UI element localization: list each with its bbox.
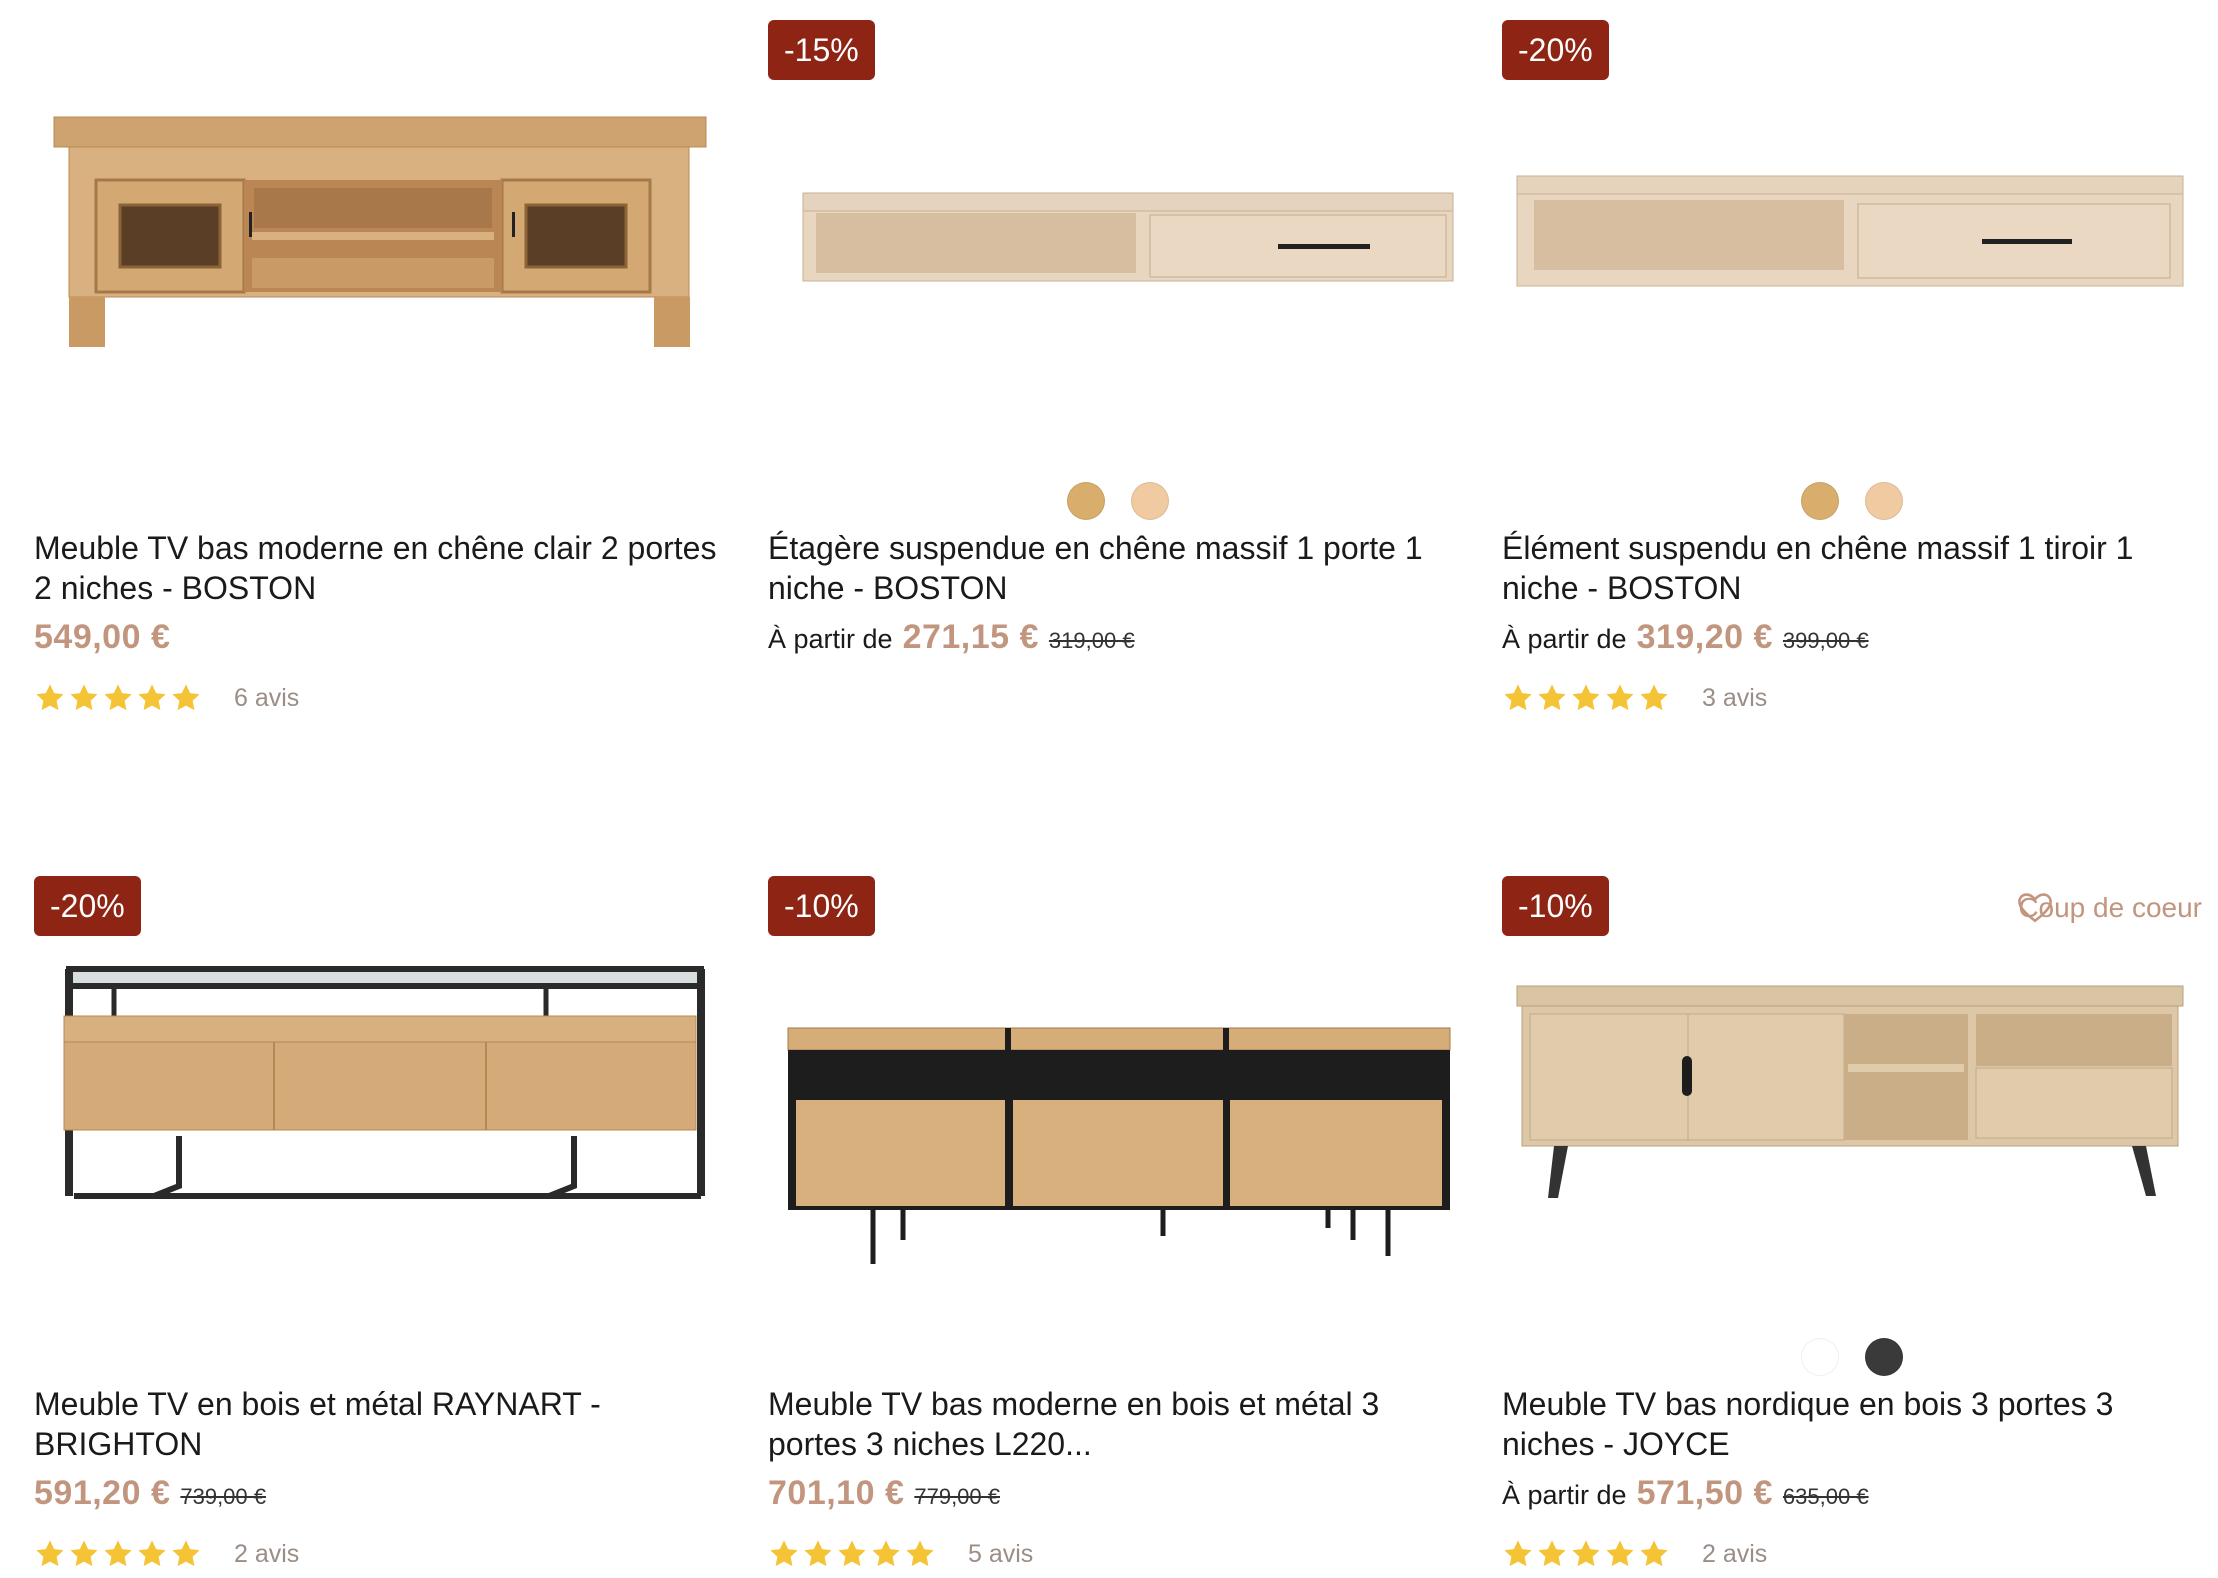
floating-shelf-image[interactable]: -15% bbox=[768, 0, 1468, 470]
original-price: 399,00 € bbox=[1782, 628, 1869, 653]
review-count[interactable]: 2 avis bbox=[234, 1540, 299, 1569]
original-price: 635,00 € bbox=[1782, 1484, 1869, 1509]
star-icon bbox=[1640, 684, 1668, 711]
rating[interactable]: 2 avis bbox=[1502, 1538, 1767, 1570]
star-icon bbox=[1640, 1540, 1668, 1567]
color-swatches bbox=[1502, 1338, 2202, 1376]
rating[interactable]: 3 avis bbox=[1502, 682, 1767, 714]
original-price: 779,00 € bbox=[914, 1484, 1000, 1509]
star-icon bbox=[838, 1540, 866, 1567]
star-icon bbox=[804, 1540, 832, 1567]
star-icon bbox=[172, 1540, 200, 1567]
product-title[interactable]: Étagère suspendue en chêne massif 1 port… bbox=[768, 528, 1468, 608]
star-rating bbox=[768, 1538, 936, 1570]
price-line: 591,20 € 739,00 € bbox=[34, 1474, 266, 1513]
review-count[interactable]: 2 avis bbox=[1702, 1540, 1767, 1569]
star-icon bbox=[172, 684, 200, 711]
star-icon bbox=[1538, 684, 1566, 711]
oak-tv-cabinet-image[interactable] bbox=[34, 0, 734, 470]
color-swatch[interactable] bbox=[1131, 482, 1169, 520]
heart-icon bbox=[2018, 893, 2053, 923]
color-swatch[interactable] bbox=[1865, 1338, 1903, 1376]
price-line: À partir de 271,15 € 319,00 € bbox=[768, 618, 1135, 657]
rating[interactable]: 6 avis bbox=[34, 682, 299, 714]
product-card[interactable]: -10% Coup de coeur Meuble TV bas nordiqu… bbox=[1502, 856, 2202, 1576]
glass-metal-tv-stand-image[interactable]: -20% bbox=[34, 856, 734, 1326]
product-title[interactable]: Meuble TV en bois et métal RAYNART - BRI… bbox=[34, 1384, 734, 1464]
wood-metal-sideboard-image[interactable]: -10% bbox=[768, 856, 1468, 1326]
star-icon bbox=[1606, 1540, 1634, 1567]
review-count[interactable]: 5 avis bbox=[968, 1540, 1033, 1569]
color-swatches bbox=[768, 482, 1468, 520]
product-card[interactable]: -10% Meuble TV bas moderne en bois et mé… bbox=[768, 856, 1468, 1576]
price-line: 549,00 € bbox=[34, 618, 170, 657]
discount-badge: -20% bbox=[34, 876, 141, 936]
product-price: 549,00 € bbox=[34, 618, 171, 656]
star-icon bbox=[906, 1540, 934, 1567]
star-icon bbox=[872, 1540, 900, 1567]
product-price: 271,15 € bbox=[902, 618, 1039, 656]
floating-drawer-unit-image[interactable]: -20% bbox=[1502, 0, 2202, 470]
price-from-label: À partir de bbox=[1502, 624, 1627, 654]
star-icon bbox=[70, 684, 98, 711]
star-rating bbox=[1502, 1538, 1670, 1570]
price-from-label: À partir de bbox=[768, 624, 893, 654]
color-swatches bbox=[1502, 482, 2202, 520]
star-icon bbox=[1572, 1540, 1600, 1567]
color-swatch[interactable] bbox=[1801, 1338, 1839, 1376]
price-line: À partir de 571,50 € 635,00 € bbox=[1502, 1474, 1869, 1513]
star-icon bbox=[1504, 1540, 1532, 1567]
discount-badge: -20% bbox=[1502, 20, 1609, 80]
star-icon bbox=[1606, 684, 1634, 711]
star-icon bbox=[70, 1540, 98, 1567]
product-price: 591,20 € bbox=[34, 1474, 171, 1512]
product-title[interactable]: Élément suspendu en chêne massif 1 tiroi… bbox=[1502, 528, 2202, 608]
original-price: 319,00 € bbox=[1048, 628, 1135, 653]
star-icon bbox=[104, 684, 132, 711]
product-title[interactable]: Meuble TV bas moderne en chêne clair 2 p… bbox=[34, 528, 734, 608]
star-rating bbox=[1502, 682, 1670, 714]
star-icon bbox=[1504, 684, 1532, 711]
discount-badge: -15% bbox=[768, 20, 875, 80]
price-from-label: À partir de bbox=[1502, 1480, 1627, 1510]
review-count[interactable]: 6 avis bbox=[234, 684, 299, 713]
star-icon bbox=[36, 1540, 64, 1567]
product-card[interactable]: -20% Meuble TV en bois et métal RAYNART … bbox=[34, 856, 734, 1576]
nordic-tv-cabinet-image[interactable]: -10% Coup de coeur bbox=[1502, 856, 2202, 1326]
product-price: 319,20 € bbox=[1636, 618, 1773, 656]
product-card[interactable]: Meuble TV bas moderne en chêne clair 2 p… bbox=[34, 0, 734, 740]
rating[interactable]: 2 avis bbox=[34, 1538, 299, 1570]
product-grid: Meuble TV bas moderne en chêne clair 2 p… bbox=[0, 0, 2218, 1578]
star-icon bbox=[36, 684, 64, 711]
star-icon bbox=[104, 1540, 132, 1567]
star-icon bbox=[1538, 1540, 1566, 1567]
product-price: 571,50 € bbox=[1636, 1474, 1773, 1512]
favorite-toggle[interactable]: Coup de coeur bbox=[2018, 892, 2202, 924]
discount-badge: -10% bbox=[1502, 876, 1609, 936]
star-icon bbox=[138, 684, 166, 711]
discount-badge: -10% bbox=[768, 876, 875, 936]
star-icon bbox=[138, 1540, 166, 1567]
color-swatch[interactable] bbox=[1801, 482, 1839, 520]
product-card[interactable]: -20% Élément suspendu en chêne massif 1 … bbox=[1502, 0, 2202, 740]
product-title[interactable]: Meuble TV bas nordique en bois 3 portes … bbox=[1502, 1384, 2202, 1464]
star-rating bbox=[34, 1538, 202, 1570]
product-title[interactable]: Meuble TV bas moderne en bois et métal 3… bbox=[768, 1384, 1468, 1464]
star-rating bbox=[34, 682, 202, 714]
price-line: 701,10 € 779,00 € bbox=[768, 1474, 1000, 1513]
color-swatch[interactable] bbox=[1067, 482, 1105, 520]
product-card[interactable]: -15% Étagère suspendue en chêne massif 1… bbox=[768, 0, 1468, 740]
star-icon bbox=[1572, 684, 1600, 711]
rating[interactable]: 5 avis bbox=[768, 1538, 1033, 1570]
product-price: 701,10 € bbox=[768, 1474, 905, 1512]
original-price: 739,00 € bbox=[180, 1484, 266, 1509]
review-count[interactable]: 3 avis bbox=[1702, 684, 1767, 713]
price-line: À partir de 319,20 € 399,00 € bbox=[1502, 618, 1869, 657]
color-swatch[interactable] bbox=[1865, 482, 1903, 520]
star-icon bbox=[770, 1540, 798, 1567]
